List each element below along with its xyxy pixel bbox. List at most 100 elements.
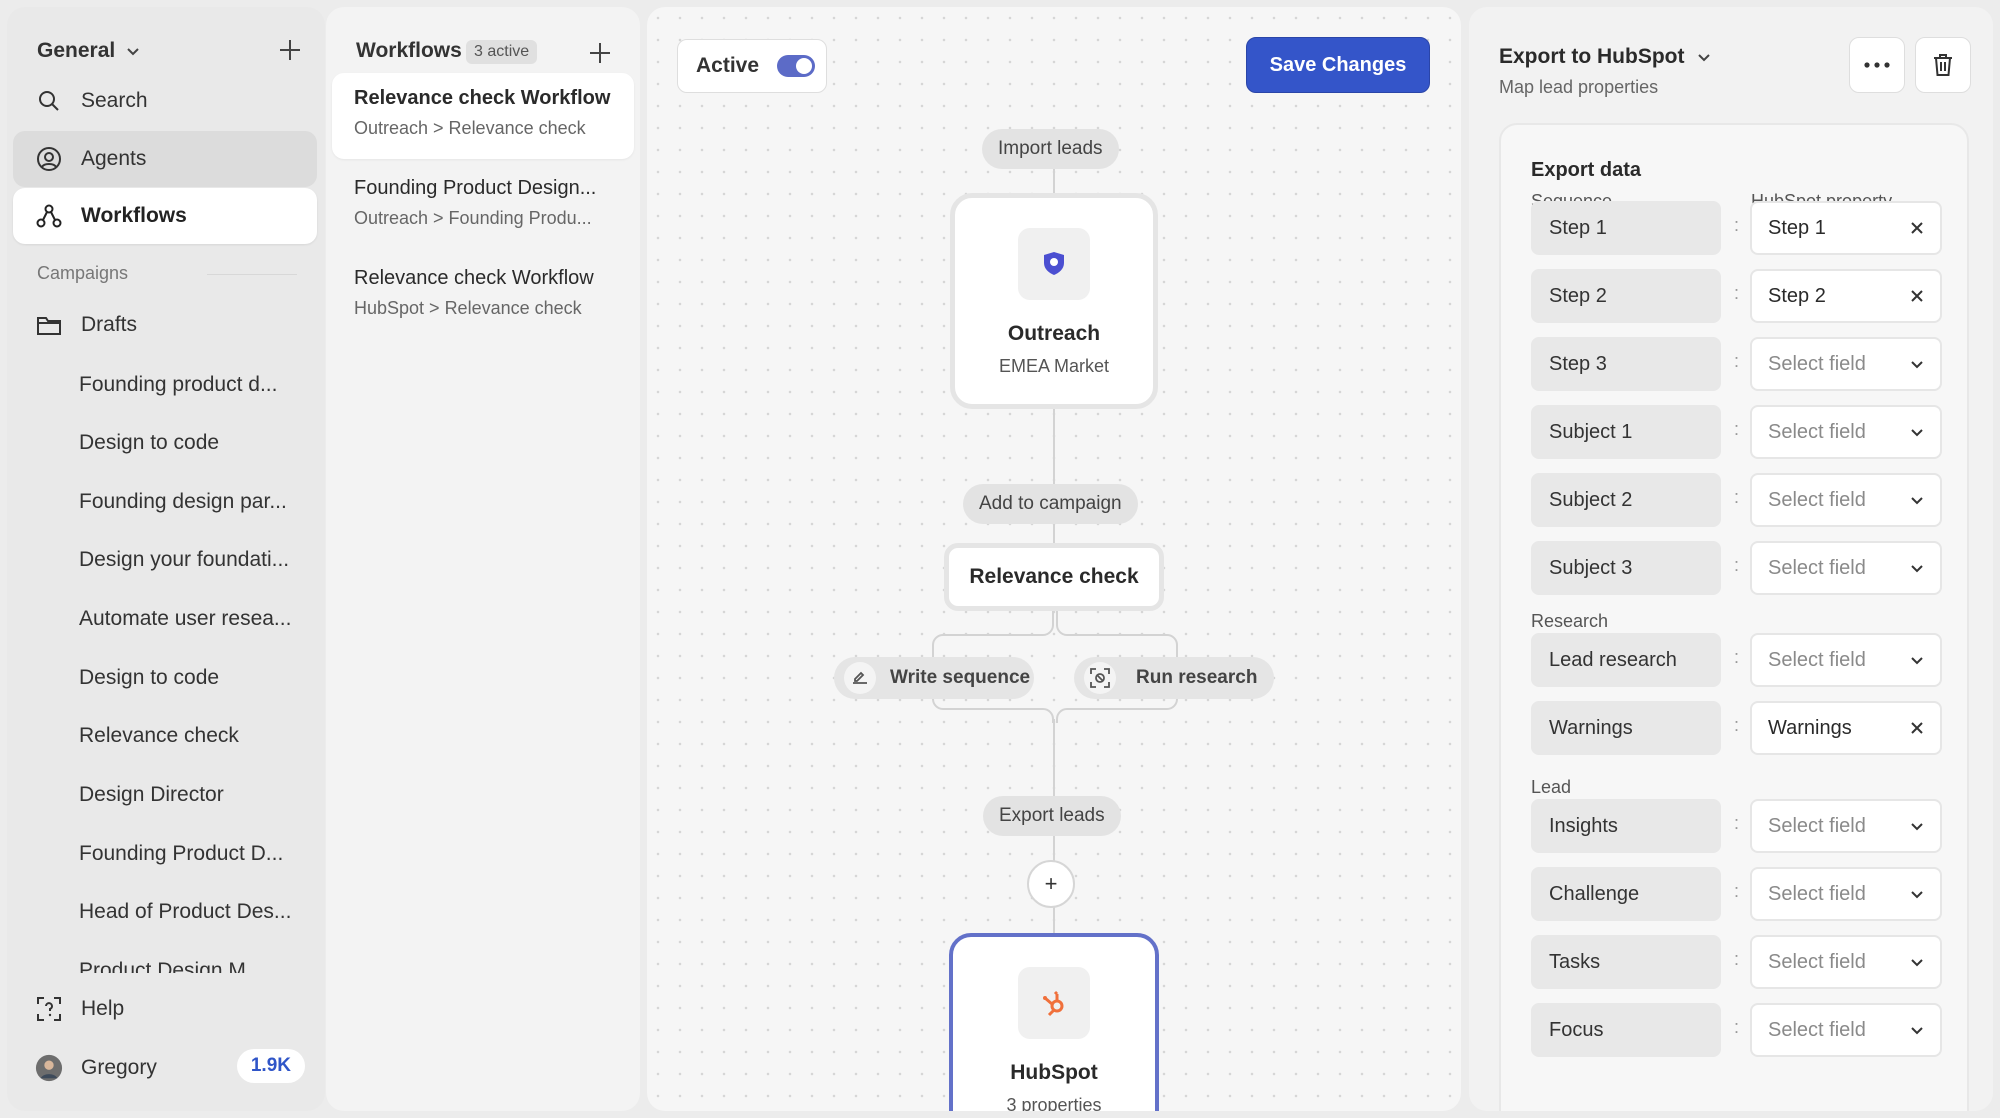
mapping-row: Subject 1: Select field — [1531, 405, 1951, 459]
hubspot-property-select[interactable]: Step 1 — [1750, 201, 1942, 255]
step-label-import-leads[interactable]: Import leads — [982, 129, 1119, 169]
run-research-node[interactable]: Run research — [1074, 657, 1274, 699]
draft-item[interactable]: Design to code — [79, 431, 299, 455]
draft-item[interactable]: Founding design par... — [79, 490, 299, 514]
workflow-path: HubSpot > Relevance check — [354, 298, 582, 318]
chevron-down-icon[interactable] — [1908, 817, 1926, 835]
workflow-canvas[interactable]: Active Save Changes Import leads Outreac… — [647, 7, 1461, 1111]
draft-item[interactable]: Automate user resea... — [79, 607, 299, 631]
mapping-row: Insights: Select field — [1531, 799, 1951, 853]
sidebar-item-label: Agents — [81, 147, 147, 170]
draft-item[interactable]: Design Director — [79, 783, 299, 807]
source-field: Insights — [1531, 799, 1721, 853]
workflow-card[interactable]: Relevance check Workflow HubSpot > Relev… — [332, 253, 634, 339]
chevron-down-icon[interactable] — [1908, 885, 1926, 903]
sidebar-item-workflows[interactable]: Workflows — [13, 188, 317, 244]
source-field: Lead research — [1531, 633, 1721, 687]
placeholder: Select field — [1768, 882, 1866, 905]
sidebar-item-drafts[interactable]: Drafts — [13, 297, 317, 353]
chevron-down-icon[interactable] — [1908, 953, 1926, 971]
chevron-down-icon[interactable] — [1908, 651, 1926, 669]
hubspot-property-select[interactable]: Select field — [1750, 405, 1942, 459]
separator: : — [1734, 881, 1740, 901]
chevron-down-icon[interactable] — [1908, 355, 1926, 373]
hubspot-property-select[interactable]: Step 2 — [1750, 269, 1942, 323]
separator: : — [1734, 1017, 1740, 1037]
step-label-export-leads[interactable]: Export leads — [983, 796, 1121, 836]
hubspot-property-select[interactable]: Select field — [1750, 1003, 1942, 1057]
hubspot-property-select[interactable]: Select field — [1750, 337, 1942, 391]
clear-icon[interactable] — [1908, 719, 1926, 737]
draft-item[interactable]: Design to code — [79, 666, 299, 690]
mapping-row: Warnings: Warnings — [1531, 701, 1951, 755]
draft-item[interactable]: Relevance check — [79, 724, 299, 748]
properties-panel: Export to HubSpot Map lead properties Ex… — [1469, 7, 1993, 1111]
source-field: Focus — [1531, 1003, 1721, 1057]
hubspot-icon — [1043, 990, 1064, 1017]
pen-icon — [844, 662, 876, 694]
sidebar-item-agents[interactable]: Agents — [13, 131, 317, 187]
hubspot-property-select[interactable]: Select field — [1750, 799, 1942, 853]
add-workflow-icon[interactable] — [586, 39, 614, 67]
hubspot-node[interactable]: HubSpot 3 properties — [949, 933, 1159, 1111]
sidebar-item-search[interactable]: Search — [13, 73, 317, 129]
save-changes-button[interactable]: Save Changes — [1246, 37, 1430, 93]
chevron-down-icon — [127, 48, 139, 56]
add-step-button[interactable]: + — [1027, 860, 1075, 908]
workflow-card[interactable]: Founding Product Design... Outreach > Fo… — [332, 163, 634, 249]
hubspot-property-select[interactable]: Select field — [1750, 541, 1942, 595]
draft-item[interactable]: Founding product d... — [79, 373, 299, 397]
draft-item[interactable]: Product Design M... — [79, 959, 299, 973]
credits-badge: 1.9K — [236, 1049, 305, 1083]
sidebar: General Search Agents Workflows Campaign… — [7, 7, 325, 1111]
separator: : — [1734, 647, 1740, 667]
section-label: Research — [1531, 611, 1609, 631]
placeholder: Select field — [1768, 352, 1866, 375]
avatar — [35, 1054, 63, 1082]
hubspot-property-select[interactable]: Warnings — [1750, 701, 1942, 755]
separator: : — [1734, 215, 1740, 235]
clear-icon[interactable] — [1908, 219, 1926, 237]
active-toggle[interactable]: Active — [677, 39, 827, 93]
placeholder: Select field — [1768, 420, 1866, 443]
chevron-down-icon[interactable] — [1908, 491, 1926, 509]
panel-title-dropdown[interactable]: Export to HubSpot — [1499, 45, 1712, 69]
workspace-name: General — [37, 39, 116, 62]
delete-button[interactable] — [1915, 37, 1971, 93]
hubspot-property-select[interactable]: Select field — [1750, 473, 1942, 527]
selected-value: Step 2 — [1768, 284, 1826, 307]
chevron-down-icon[interactable] — [1908, 1021, 1926, 1039]
draft-item[interactable]: Founding Product D... — [79, 842, 299, 866]
mapping-row: Focus: Select field — [1531, 1003, 1951, 1057]
hubspot-property-select[interactable]: Select field — [1750, 867, 1942, 921]
selected-value: Step 1 — [1768, 216, 1826, 239]
outreach-node[interactable]: Outreach EMEA Market — [950, 193, 1158, 409]
sidebar-item-label: Drafts — [81, 313, 138, 336]
folder-icon — [35, 311, 63, 339]
clear-icon[interactable] — [1908, 287, 1926, 305]
draft-item[interactable]: Head of Product Des... — [79, 900, 299, 924]
chevron-down-icon[interactable] — [1908, 559, 1926, 577]
connector-line — [1053, 522, 1055, 544]
write-sequence-node[interactable]: Write sequence — [834, 657, 1034, 699]
workflow-path: Outreach > Founding Produ... — [354, 208, 592, 228]
workflow-card[interactable]: Relevance check Workflow Outreach > Rele… — [332, 73, 634, 159]
workspace-switcher[interactable]: General — [37, 39, 141, 63]
relevance-check-node[interactable]: Relevance check — [944, 543, 1164, 611]
chevron-down-icon[interactable] — [1908, 423, 1926, 441]
more-options-button[interactable] — [1849, 37, 1905, 93]
step-label-add-to-campaign[interactable]: Add to campaign — [963, 484, 1138, 524]
mapping-row: Challenge: Select field — [1531, 867, 1951, 921]
add-icon[interactable] — [275, 35, 305, 65]
source-field: Subject 1 — [1531, 405, 1721, 459]
draft-item[interactable]: Design your foundati... — [79, 548, 299, 572]
card-title: Export data — [1531, 159, 1642, 181]
search-icon — [35, 87, 63, 115]
placeholder: Select field — [1768, 1018, 1866, 1041]
node-label: Run research — [1136, 667, 1258, 688]
hubspot-property-select[interactable]: Select field — [1750, 633, 1942, 687]
toggle-switch[interactable] — [777, 55, 816, 77]
hubspot-property-select[interactable]: Select field — [1750, 935, 1942, 989]
sidebar-item-help[interactable]: Help — [13, 981, 317, 1037]
separator: : — [1734, 351, 1740, 371]
